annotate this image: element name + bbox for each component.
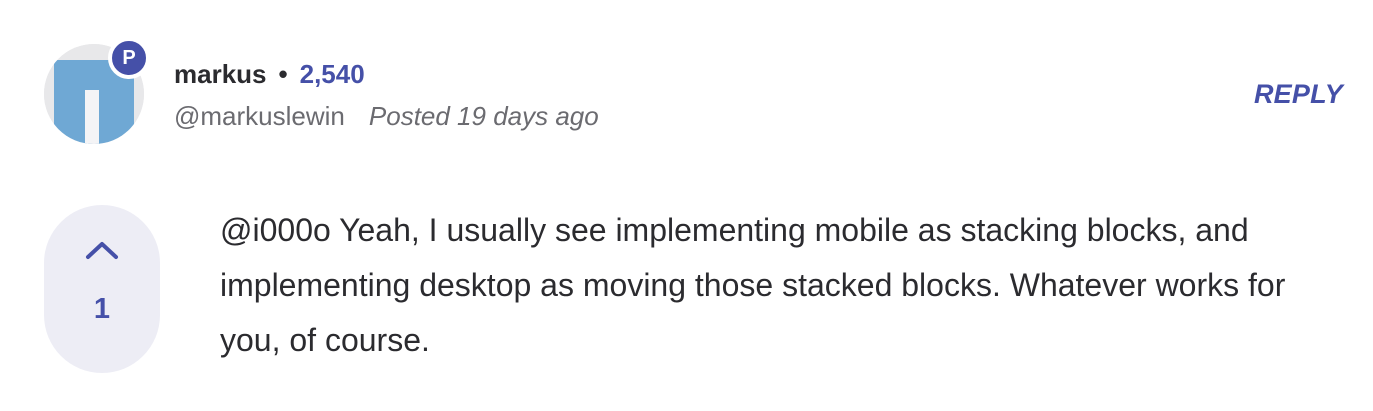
author-line: markus • 2,540: [174, 56, 599, 92]
comment-text: @i000o Yeah, I usually see implementing …: [220, 212, 1286, 358]
comment-card: P markus • 2,540 @markuslewin Posted 19 …: [0, 0, 1373, 411]
chevron-up-icon: [86, 242, 118, 259]
points-count: 2,540: [299, 58, 365, 89]
handle-line: @markuslewin Posted 19 days ago: [174, 98, 599, 134]
user-handle[interactable]: @markuslewin: [174, 101, 345, 132]
avatar-container: P: [44, 37, 150, 144]
comment-meta: markus • 2,540 @markuslewin Posted 19 da…: [174, 56, 599, 134]
upvote-button[interactable]: [82, 235, 122, 265]
vote-box: 1: [44, 205, 160, 373]
vote-count: 1: [93, 293, 111, 325]
posted-time: Posted 19 days ago: [368, 100, 599, 131]
reply-button[interactable]: REPLY: [1254, 79, 1343, 110]
rank-badge: P: [108, 37, 150, 79]
username[interactable]: markus: [174, 59, 267, 90]
separator-dot: •: [278, 58, 288, 89]
